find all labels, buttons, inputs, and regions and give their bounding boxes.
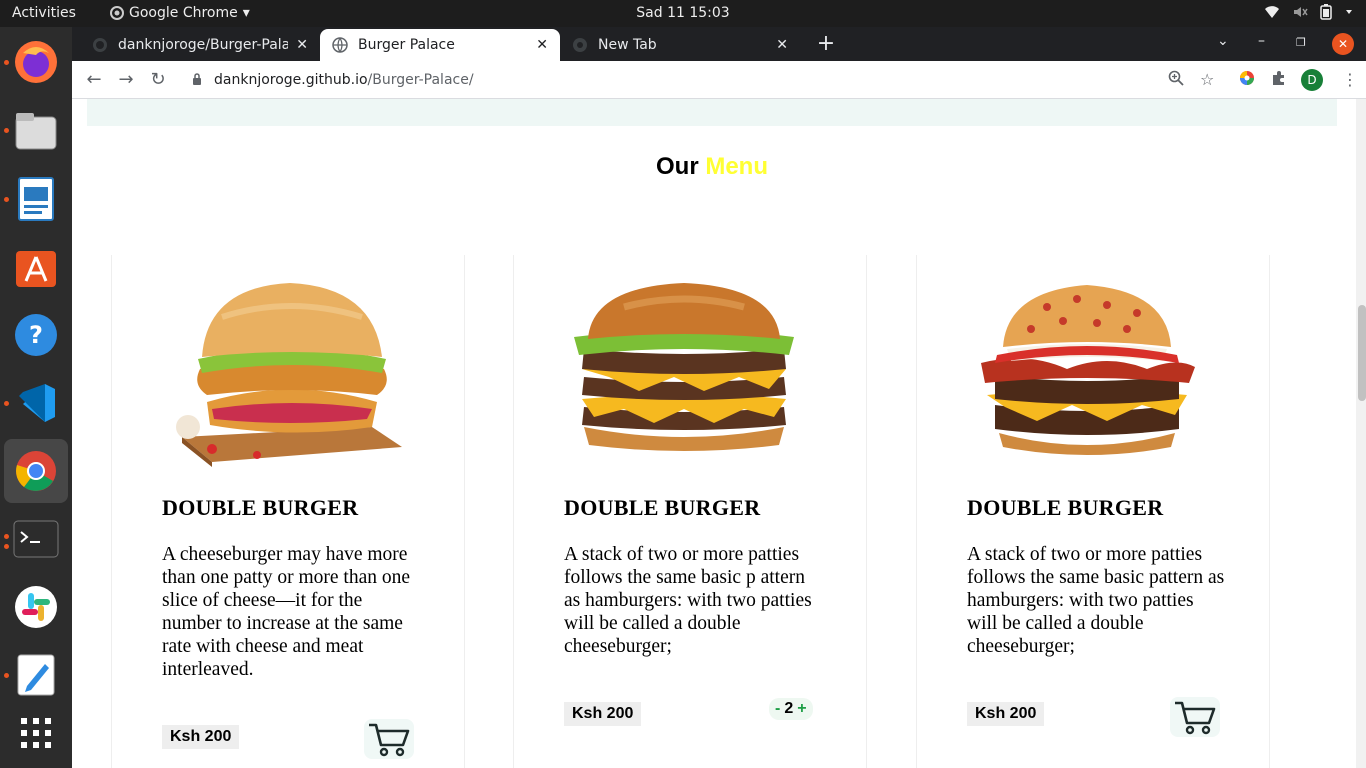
globe-icon bbox=[332, 37, 348, 53]
bacon-cheeseburger-image bbox=[981, 285, 1195, 455]
running-indicator bbox=[4, 60, 9, 65]
hero-section-bottom bbox=[87, 99, 1337, 126]
app-store-icon[interactable] bbox=[12, 243, 60, 291]
card-price: Ksh 200 bbox=[967, 702, 1045, 726]
url-domain: danknjoroge.github.io bbox=[214, 72, 368, 88]
show-apps-icon[interactable] bbox=[12, 709, 60, 757]
running-indicator bbox=[4, 401, 9, 406]
quantity-stepper[interactable]: - 2 + bbox=[769, 698, 813, 720]
running-indicator bbox=[4, 673, 9, 678]
add-to-cart-button[interactable] bbox=[364, 719, 414, 759]
running-indicator bbox=[4, 544, 9, 549]
tab-label: danknjoroge/Burger-Pala bbox=[118, 37, 289, 53]
card-title: DOUBLE BURGER bbox=[162, 495, 359, 520]
browser-toolbar: ← → ↻ danknjoroge.github.io /Burger-Pala… bbox=[72, 61, 1366, 99]
github-icon bbox=[93, 38, 107, 52]
decrease-quantity-button[interactable]: - bbox=[775, 700, 780, 718]
card-price: Ksh 200 bbox=[564, 702, 642, 726]
close-icon[interactable]: ✕ bbox=[296, 37, 308, 53]
menu-section-title: Our Menu bbox=[72, 153, 1352, 181]
slack-icon[interactable] bbox=[12, 583, 60, 631]
double-cheeseburger-image bbox=[574, 283, 794, 451]
menu-card: DOUBLE BURGER A stack of two or more pat… bbox=[916, 255, 1270, 768]
card-title: DOUBLE BURGER bbox=[967, 495, 1164, 520]
clock[interactable]: Sad 11 15:03 bbox=[0, 5, 1366, 21]
close-icon[interactable]: ✕ bbox=[776, 37, 788, 53]
add-to-cart-button[interactable] bbox=[1170, 697, 1220, 737]
files-icon[interactable] bbox=[12, 107, 60, 155]
wifi-icon bbox=[1265, 6, 1279, 18]
cart-icon bbox=[369, 723, 410, 757]
extensions-puzzle-icon[interactable] bbox=[1271, 70, 1287, 90]
window-close-icon[interactable]: ✕ bbox=[1332, 33, 1354, 55]
tab-strip: danknjoroge/Burger-Pala ✕ Burger Palace … bbox=[72, 27, 1366, 61]
cart-icon bbox=[1175, 701, 1216, 735]
battery-icon bbox=[1320, 4, 1332, 20]
running-indicator bbox=[4, 128, 9, 133]
chrome-small-icon bbox=[573, 38, 587, 52]
running-indicator bbox=[4, 197, 9, 202]
menu-card: DOUBLE BURGER A cheeseburger may have mo… bbox=[111, 255, 465, 768]
terminal-icon[interactable] bbox=[12, 515, 60, 563]
firefox-icon[interactable] bbox=[12, 38, 60, 86]
card-description: A stack of two or more patties follows t… bbox=[564, 544, 812, 657]
text-editor-icon[interactable] bbox=[12, 651, 60, 699]
dock: ? bbox=[0, 27, 72, 768]
lock-icon bbox=[192, 72, 202, 88]
menu-card: DOUBLE BURGER A stack of two or more pat… bbox=[513, 255, 867, 768]
tab-label: New Tab bbox=[598, 37, 657, 53]
color-extension-icon[interactable] bbox=[1239, 70, 1255, 90]
tab-label: Burger Palace bbox=[358, 37, 455, 53]
address-bar[interactable]: danknjoroge.github.io /Burger-Palace/ bbox=[180, 65, 1220, 95]
back-arrow-icon[interactable]: ← bbox=[83, 69, 105, 90]
vscode-icon[interactable] bbox=[12, 379, 60, 427]
webpage-viewport: Our Menu DOUBLE BURGER A cheeseburger ma… bbox=[72, 99, 1356, 768]
card-title: DOUBLE BURGER bbox=[564, 495, 761, 520]
reload-icon[interactable]: ↻ bbox=[147, 69, 169, 90]
card-price: Ksh 200 bbox=[162, 725, 240, 749]
tab-burger-palace[interactable]: Burger Palace ✕ bbox=[320, 29, 560, 61]
profile-avatar[interactable]: D bbox=[1301, 69, 1323, 91]
chrome-window: danknjoroge/Burger-Pala ✕ Burger Palace … bbox=[72, 27, 1366, 768]
menu-title-plain: Our bbox=[655, 153, 699, 180]
minimize-icon[interactable]: – bbox=[1258, 33, 1265, 49]
tab-search-chevron-icon[interactable]: ⌄ bbox=[1217, 33, 1229, 49]
system-tray[interactable] bbox=[1264, 4, 1354, 20]
writer-icon[interactable] bbox=[12, 175, 60, 223]
running-indicator bbox=[4, 534, 9, 539]
forward-arrow-icon[interactable]: → bbox=[115, 69, 137, 90]
quantity-value: 2 bbox=[784, 700, 794, 717]
bookmark-star-icon[interactable]: ☆ bbox=[1200, 70, 1214, 89]
tab-github[interactable]: danknjoroge/Burger-Pala ✕ bbox=[80, 29, 320, 61]
tab-new-tab[interactable]: New Tab ✕ bbox=[560, 29, 800, 61]
new-tab-plus-icon[interactable]: + bbox=[812, 31, 840, 56]
maximize-icon[interactable]: ❐ bbox=[1296, 36, 1306, 49]
power-menu-icon bbox=[1346, 10, 1352, 14]
zoom-icon[interactable] bbox=[1168, 70, 1184, 90]
close-icon[interactable]: ✕ bbox=[536, 37, 548, 53]
page-scrollbar[interactable] bbox=[1356, 99, 1366, 768]
crispy-chicken-burger-image bbox=[176, 283, 402, 467]
chrome-dock-icon[interactable] bbox=[4, 439, 68, 503]
scrollbar-thumb[interactable] bbox=[1358, 305, 1366, 401]
system-top-bar: Activities Google Chrome ▾ Sad 11 15:03 bbox=[0, 0, 1366, 27]
menu-title-accent: Menu bbox=[705, 153, 768, 180]
svg-text:?: ? bbox=[29, 321, 43, 349]
card-description: A cheeseburger may have more than one pa… bbox=[162, 544, 411, 680]
card-description: A stack of two or more patties follows t… bbox=[967, 544, 1225, 657]
url-path: /Burger-Palace/ bbox=[367, 72, 474, 88]
menu-kebab-icon[interactable]: ⋮ bbox=[1342, 70, 1358, 89]
volume-muted-icon bbox=[1294, 7, 1308, 17]
help-icon[interactable]: ? bbox=[12, 311, 60, 359]
increase-quantity-button[interactable]: + bbox=[797, 700, 806, 718]
